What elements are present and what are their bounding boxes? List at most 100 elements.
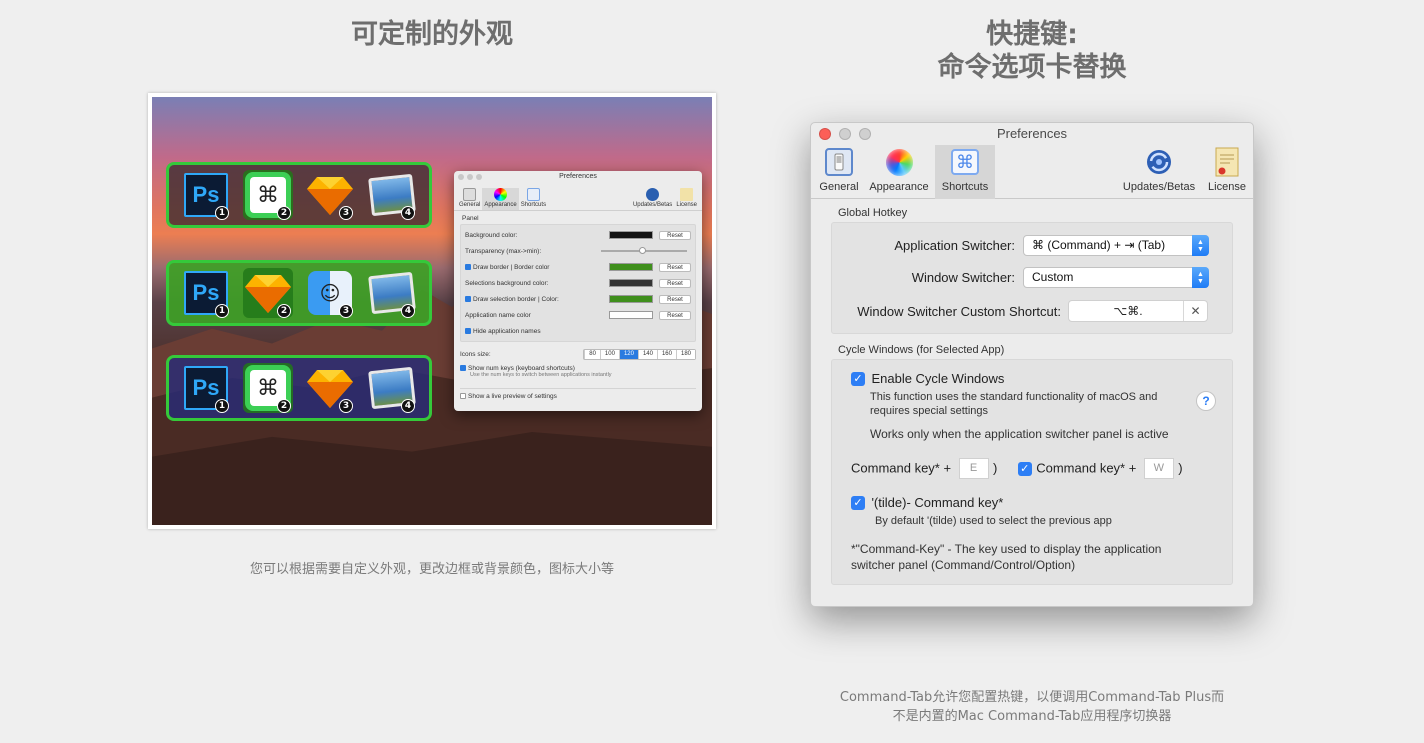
preview-app-icon: 4 [367, 268, 417, 318]
footnote-line2: switcher panel (Command/Control/Option) [851, 558, 1076, 572]
finder-app-icon: ☺ 3 [305, 268, 355, 318]
zoom-window-button[interactable] [859, 128, 871, 140]
cycle-windows-title: Cycle Windows (for Selected App) [838, 344, 1005, 356]
app-switcher-value: ⌘ (Command) + ⇥ (Tab) [1032, 238, 1166, 252]
color-wheel-icon [885, 148, 913, 176]
mini-window-title: Preferences [559, 173, 597, 180]
tab-appearance-label: Appearance [869, 181, 929, 193]
footnote-line1: *"Command-Key" - The key used to display… [851, 542, 1162, 556]
app-switcher-label: Application Switcher: [894, 238, 1015, 253]
num-badge: 3 [339, 399, 353, 413]
mini-tab-updates: Updates/Betas [631, 188, 674, 210]
mini-panel-group: Background color: Reset Transparency (max… [460, 224, 696, 342]
tab-appearance[interactable]: Appearance [865, 145, 933, 199]
mini-icon-size-segmented: 80 100 120 140 160 180 [583, 348, 696, 360]
tilde-label: '(tilde)- Command key* [871, 495, 1004, 510]
mini-row-label: Application name color [465, 311, 531, 319]
help-button[interactable]: ? [1196, 391, 1216, 411]
photoshop-app-icon: Ps 1 [181, 170, 231, 220]
preferences-window: Preferences General Appearance ⌘ Shortcu… [810, 122, 1254, 607]
popup-arrows-icon: ▲ ▼ [1192, 267, 1209, 288]
mini-reset-button: Reset [659, 230, 691, 240]
tab-shortcuts[interactable]: ⌘ Shortcuts [935, 145, 995, 199]
tab-updates-betas[interactable]: Updates/Betas [1117, 145, 1201, 199]
mini-icons-size-label: Icons size: [460, 350, 491, 358]
switcher-preview-blue: Ps 1 ⌘ 2 3 4 [166, 355, 432, 421]
tab-updates-label: Updates/Betas [1122, 181, 1196, 193]
mini-preferences-window: Preferences General Appearance Shortcuts… [454, 171, 702, 411]
num-badge: 2 [277, 304, 291, 318]
popup-arrows-icon: ▲ ▼ [1192, 235, 1209, 256]
window-switcher-select[interactable]: Custom ▲ ▼ [1023, 267, 1209, 288]
num-badge: 3 [339, 304, 353, 318]
mini-tab-license: License [674, 188, 699, 210]
close-window-button[interactable] [819, 128, 831, 140]
clear-shortcut-icon[interactable]: ✕ [1183, 301, 1207, 321]
num-badge: 2 [277, 399, 291, 413]
sketch-app-icon: 2 [243, 268, 293, 318]
mini-reset-button: Reset [659, 294, 691, 304]
global-hotkey-box: Application Switcher: ⌘ (Command) + ⇥ (T… [831, 222, 1233, 334]
mini-live-preview-label: Show a live preview of settings [468, 393, 557, 400]
sketch-app-icon: 3 [305, 363, 355, 413]
tilde-checkbox[interactable]: ✓ [851, 495, 865, 510]
right-caption-line2: 不是内置的Mac Command-Tab应用程序切换器 [892, 709, 1172, 724]
right-heading-line1: 快捷键: [986, 19, 1078, 50]
mini-row-label: Draw selection border | Color: [473, 295, 559, 303]
window-switcher-label: Window Switcher: [911, 270, 1015, 285]
sketch-app-icon: 3 [305, 170, 355, 220]
switcher-preview-green: Ps 1 2 ☺ 3 4 [166, 260, 432, 326]
mini-row-label: Selections background color: [465, 279, 549, 287]
mini-row-label: Transparency (max->min): [465, 247, 542, 255]
enable-cycle-checkbox[interactable]: ✓ [851, 371, 865, 386]
switcher-preview-dark: Ps 1 ⌘ 2 3 4 [166, 162, 432, 228]
command-key-label-2: Command key* + [1036, 460, 1137, 476]
tab-general-label: General [819, 181, 859, 193]
app-switcher-select[interactable]: ⌘ (Command) + ⇥ (Tab) ▲ ▼ [1023, 235, 1209, 256]
tab-general[interactable]: General [815, 145, 863, 199]
custom-shortcut-value: ⌥⌘. [1113, 304, 1143, 318]
tab-license[interactable]: License [1203, 145, 1251, 199]
tab-shortcuts-label: Shortcuts [941, 181, 989, 193]
cycle-description-line1: This function uses the standard function… [870, 391, 1158, 403]
num-badge: 4 [401, 206, 415, 220]
general-switch-icon [825, 148, 853, 176]
left-heading: 可定制的外观 [351, 19, 513, 50]
command-key-label-1: Command key* + [851, 460, 952, 476]
tilde-hint: By default '(tilde) used to select the p… [875, 515, 1112, 527]
works-only-note: Works only when the application switcher… [870, 427, 1169, 441]
num-badge: 4 [401, 304, 415, 318]
cmd-tab-app-icon: ⌘ 2 [243, 363, 293, 413]
cmd-tab-app-icon: ⌘ 2 [243, 170, 293, 220]
num-badge: 3 [339, 206, 353, 220]
command-key-2-checkbox[interactable]: ✓ [1017, 461, 1032, 476]
num-badge: 2 [277, 206, 291, 220]
mini-panel-label: Panel [462, 215, 479, 222]
num-badge: 4 [401, 399, 415, 413]
mini-reset-button: Reset [659, 310, 691, 320]
mini-row-label: Draw border | Border color [473, 263, 550, 271]
right-heading-line2: 命令选项卡替换 [937, 52, 1127, 83]
photoshop-app-icon: Ps 1 [181, 268, 231, 318]
mini-row-label: Background color: [465, 231, 518, 239]
key-field-w[interactable]: W [1143, 458, 1174, 479]
updates-sync-icon [1147, 150, 1171, 174]
global-hotkey-title: Global Hotkey [838, 207, 908, 219]
mini-row-label: Hide application names [473, 327, 541, 335]
mini-tab-shortcuts: Shortcuts [519, 188, 548, 210]
preview-app-icon: 4 [367, 363, 417, 413]
mini-tab-general: General [457, 188, 482, 210]
custom-shortcut-recorder[interactable]: ⌥⌘. ✕ [1068, 300, 1208, 322]
left-caption: 您可以根据需要自定义外观，更改边框或背景颜色，图标大小等 [249, 562, 614, 577]
mini-toolbar: General Appearance Shortcuts Updates/Bet… [454, 183, 702, 211]
custom-shortcut-label: Window Switcher Custom Shortcut: [857, 303, 1061, 319]
num-badge: 1 [215, 399, 229, 413]
num-badge: 1 [215, 304, 229, 318]
paren-close-1: ) [992, 460, 998, 476]
tab-license-label: License [1208, 181, 1246, 193]
mini-tab-appearance: Appearance [482, 188, 519, 210]
photoshop-app-icon: Ps 1 [181, 363, 231, 413]
command-key-icon: ⌘ [951, 149, 979, 175]
minimize-window-button[interactable] [839, 128, 851, 140]
key-field-e[interactable]: E [958, 458, 989, 479]
